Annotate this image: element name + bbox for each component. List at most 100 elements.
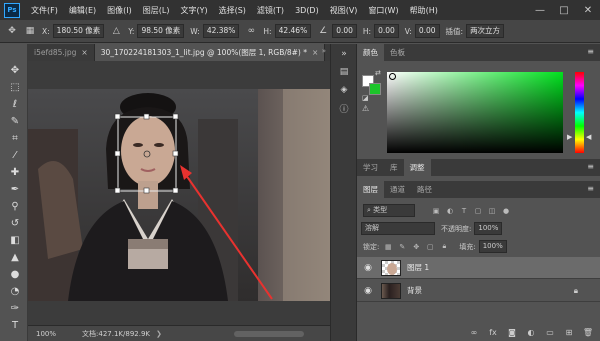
add-mask-icon[interactable]: ◙ [506, 328, 518, 337]
tab-swatches[interactable]: 色板 [384, 44, 411, 61]
menu-3d[interactable]: 3D(D) [295, 6, 319, 15]
menu-filter[interactable]: 滤镜(T) [257, 5, 284, 16]
crop-tool-icon[interactable]: ⌗ [8, 131, 22, 145]
zoom-level[interactable]: 100% [36, 330, 56, 338]
delta-icon[interactable]: △ [110, 25, 122, 37]
history-icon[interactable]: ▤ [338, 66, 350, 78]
minimize-button[interactable]: — [528, 0, 552, 20]
type-tool-icon[interactable]: T [8, 318, 22, 332]
filter-pixel-icon[interactable]: ▣ [431, 206, 441, 216]
hue-slider[interactable] [575, 72, 584, 153]
status-menu-icon[interactable]: ❯ [156, 330, 162, 338]
delete-layer-icon[interactable]: 🗑︎ [582, 328, 594, 337]
blend-mode-select[interactable]: 溶解 [361, 222, 435, 235]
lock-position-icon[interactable]: ✥ [411, 242, 421, 252]
new-group-icon[interactable]: ▭ [544, 328, 556, 337]
swap-colors-icon[interactable]: ⇄ [375, 69, 381, 77]
visibility-eye-icon[interactable]: ◉ [361, 263, 375, 273]
menu-layer[interactable]: 图层(L) [143, 5, 170, 16]
pen-tool-icon[interactable]: ✑ [8, 301, 22, 315]
layer-name[interactable]: 图层 1 [407, 262, 429, 273]
lock-artboard-icon[interactable]: ▢ [425, 242, 435, 252]
quick-select-tool-icon[interactable]: ✎ [8, 114, 22, 128]
document-image[interactable] [28, 89, 330, 301]
angle-field[interactable]: 0.00 [332, 24, 357, 38]
menu-file[interactable]: 文件(F) [31, 5, 58, 16]
vskew-field[interactable]: 0.00 [414, 24, 440, 38]
hskew-field[interactable]: 0.00 [374, 24, 399, 38]
color-field[interactable] [387, 72, 563, 153]
panel-menu-icon[interactable]: ≡ [587, 184, 594, 193]
opacity-field[interactable]: 100% [474, 222, 503, 235]
menu-view[interactable]: 视图(V) [330, 5, 358, 16]
panel-menu-icon[interactable]: ≡ [587, 162, 594, 171]
marquee-tool-icon[interactable]: ⬚ [8, 80, 22, 94]
tab-document-2[interactable]: 30_170224181303_1_lit.jpg @ 100%(图层 1, R… [94, 44, 326, 61]
tab-adjustments[interactable]: 调整 [403, 159, 431, 176]
height-field[interactable]: 42.46% [274, 24, 312, 38]
menu-image[interactable]: 图像(I) [107, 5, 132, 16]
brush-tool-icon[interactable]: ✒ [8, 182, 22, 196]
filter-shape-icon[interactable]: ▢ [473, 206, 483, 216]
tab-channels[interactable]: 通道 [384, 181, 411, 198]
eraser-tool-icon[interactable]: ◧ [8, 233, 22, 247]
tab-document-1[interactable]: i5efd85.jpg × [28, 44, 95, 61]
maximize-button[interactable]: □ [552, 0, 576, 20]
x-field[interactable]: 180.50 像素 [52, 24, 105, 38]
lasso-tool-icon[interactable]: ℓ [8, 97, 22, 111]
menu-window[interactable]: 窗口(W) [368, 5, 398, 16]
lock-all-icon[interactable]: 🔒︎ [439, 242, 449, 252]
tab-paths[interactable]: 路径 [411, 181, 438, 198]
eyedropper-tool-icon[interactable]: ⁄ [8, 148, 22, 162]
close-icon[interactable]: × [312, 48, 318, 57]
filter-toggle-icon[interactable]: ● [501, 206, 511, 216]
layer-name[interactable]: 背景 [407, 285, 422, 296]
filter-smart-object-icon[interactable]: ◫ [487, 206, 497, 216]
move-tool-icon[interactable]: ✥ [8, 63, 22, 77]
link-icon[interactable]: ∞ [245, 25, 257, 37]
close-icon[interactable]: × [81, 48, 87, 57]
collapse-icon[interactable]: » [338, 48, 350, 60]
healing-brush-tool-icon[interactable]: ✚ [8, 165, 22, 179]
link-layers-icon[interactable]: ∞ [468, 328, 480, 337]
reference-point-icon[interactable]: ▦ [24, 25, 36, 37]
canvas-area[interactable] [28, 61, 330, 325]
tab-color[interactable]: 颜色 [357, 44, 384, 61]
width-field[interactable]: 42.38% [202, 24, 240, 38]
dodge-tool-icon[interactable]: ◔ [8, 284, 22, 298]
color-picker-cursor[interactable] [389, 73, 396, 80]
fill-field[interactable]: 100% [478, 240, 507, 253]
adjustment-layer-icon[interactable]: ◐ [525, 328, 537, 337]
filter-type-icon[interactable]: T [459, 206, 469, 216]
panel-menu-icon[interactable]: ≡ [587, 47, 594, 56]
gradient-tool-icon[interactable]: ▲ [8, 250, 22, 264]
properties-icon[interactable]: ◈ [338, 84, 350, 96]
background-color-swatch[interactable] [369, 83, 381, 95]
tab-libraries[interactable]: 库 [384, 159, 404, 176]
fx-icon[interactable]: fx [487, 328, 499, 337]
more-tabs-icon[interactable]: » [322, 47, 326, 55]
history-brush-tool-icon[interactable]: ↺ [8, 216, 22, 230]
visibility-eye-icon[interactable]: ◉ [361, 286, 375, 296]
new-layer-icon[interactable]: ⊞ [563, 328, 575, 337]
tab-learn[interactable]: 学习 [357, 159, 384, 176]
lock-transparent-icon[interactable]: ▦ [383, 242, 393, 252]
horizontal-scrollbar[interactable] [234, 331, 304, 337]
filter-adjustment-icon[interactable]: ◐ [445, 206, 455, 216]
info-icon[interactable]: ⓘ [338, 102, 350, 115]
menu-help[interactable]: 帮助(H) [410, 5, 438, 16]
layer-row-layer-1[interactable]: ◉ 图层 1 [357, 257, 600, 279]
blur-tool-icon[interactable]: ● [8, 267, 22, 281]
layer-filter-select[interactable]: ⌕ 类型 [363, 204, 415, 217]
close-button[interactable]: ✕ [576, 0, 600, 20]
menu-type[interactable]: 文字(Y) [180, 5, 207, 16]
interpolation-select[interactable]: 两次立方 [466, 24, 505, 38]
tab-layers[interactable]: 图层 [357, 181, 384, 198]
y-field[interactable]: 98.50 像素 [137, 24, 185, 38]
clone-stamp-tool-icon[interactable]: ⚲ [8, 199, 22, 213]
layer-row-background[interactable]: ◉ 背景 🔒︎ [357, 280, 600, 302]
menu-edit[interactable]: 编辑(E) [69, 5, 96, 16]
menu-select[interactable]: 选择(S) [219, 5, 246, 16]
default-colors-icon[interactable]: ◪ [362, 94, 369, 102]
lock-image-icon[interactable]: ✎ [397, 242, 407, 252]
